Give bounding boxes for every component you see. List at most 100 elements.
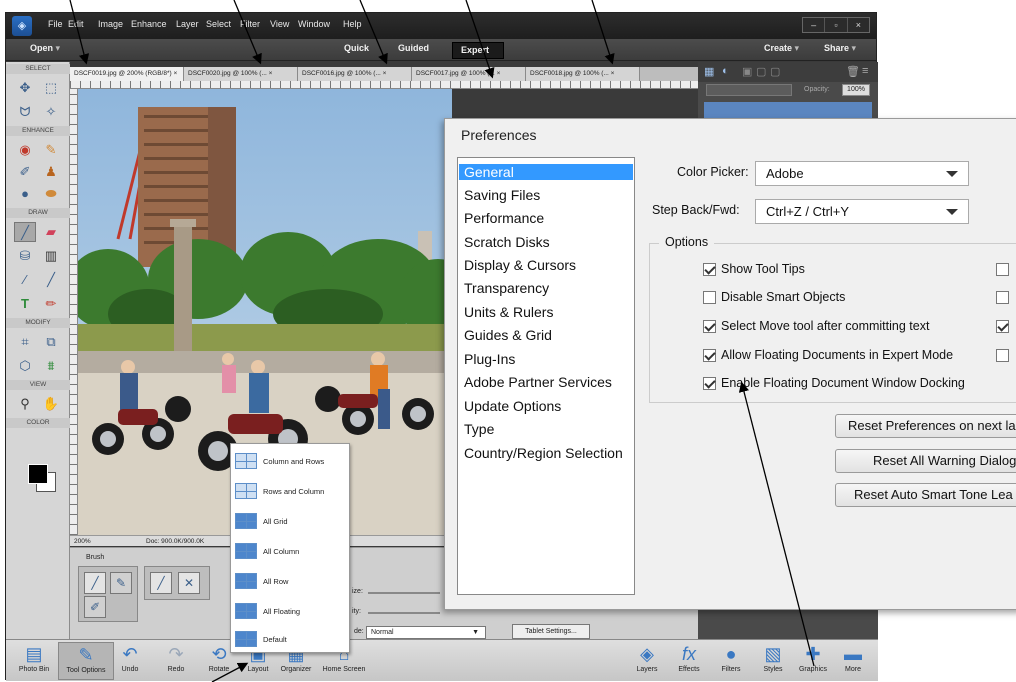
checkbox[interactable] <box>703 348 716 362</box>
create-button[interactable]: Create ▾ <box>764 43 799 54</box>
reset-preferences-button[interactable]: Reset Preferences on next la <box>835 414 1016 438</box>
option-enable-floating-docking[interactable]: Enable Floating Document Window Docking <box>703 375 965 391</box>
category-general[interactable]: General <box>459 164 633 180</box>
layout-option[interactable]: Default <box>235 626 347 652</box>
red-eye-icon[interactable]: ◉ <box>14 140 36 160</box>
category-country-region[interactable]: Country/Region Selection <box>464 445 623 461</box>
menu-image[interactable]: Image <box>98 19 123 29</box>
category-update-options[interactable]: Update Options <box>464 398 561 414</box>
option-select-move-tool[interactable]: Select Move tool after committing text <box>703 318 929 334</box>
close-tab-icon[interactable]: × <box>383 70 387 77</box>
layout-option[interactable]: All Row <box>235 568 347 594</box>
category-performance[interactable]: Performance <box>464 210 544 226</box>
eraser-icon[interactable]: ▰ <box>40 222 62 242</box>
option-disable-smart-objects[interactable]: Disable Smart Objects <box>703 289 845 305</box>
close-tab-icon[interactable]: × <box>497 70 501 77</box>
foreground-color-swatch[interactable] <box>28 464 48 484</box>
straighten-icon[interactable]: ⩩ <box>40 356 62 376</box>
layout-option[interactable]: Rows and Column <box>235 478 347 504</box>
document-tab[interactable]: DSCF0018.jpg @ 100% (... × <box>526 67 640 81</box>
blend-mode-select[interactable]: Normal ▼ <box>366 626 486 639</box>
checkbox[interactable] <box>996 262 1009 276</box>
document-tab[interactable]: DSCF0016.jpg @ 100% (... × <box>298 67 412 81</box>
category-units-rulers[interactable]: Units & Rulers <box>464 304 553 320</box>
layout-option[interactable]: All Column <box>235 538 347 564</box>
marquee-tool-icon[interactable]: ⬚ <box>40 78 62 98</box>
step-back-fwd-select[interactable]: Ctrl+Z / Ctrl+Y <box>755 199 969 224</box>
tablet-settings-button[interactable]: Tablet Settings... <box>512 624 590 639</box>
brush-mode-airbrush-icon[interactable]: ✕ <box>178 572 200 594</box>
category-guides-grid[interactable]: Guides & Grid <box>464 327 552 343</box>
menu-window[interactable]: Window <box>298 19 330 29</box>
category-display-cursors[interactable]: Display & Cursors <box>464 257 576 273</box>
category-saving-files[interactable]: Saving Files <box>464 187 540 203</box>
effects-button[interactable]: fx Effects <box>666 642 712 680</box>
share-button[interactable]: Share ▾ <box>824 43 856 54</box>
open-button[interactable]: Open ▾ <box>30 43 60 54</box>
blur-icon[interactable]: ● <box>14 184 36 204</box>
document-tab[interactable]: DSCF0017.jpg @ 100% (... × <box>412 67 526 81</box>
category-transparency[interactable]: Transparency <box>464 280 549 296</box>
photo-bin-button[interactable]: ▤ Photo Bin <box>6 642 62 680</box>
close-icon[interactable]: × <box>846 18 869 32</box>
undo-button[interactable]: ↶ Undo <box>106 642 154 680</box>
magic-wand-icon[interactable]: ✧ <box>40 102 62 122</box>
checkbox[interactable] <box>703 319 716 333</box>
layout-option[interactable]: Column and Rows <box>235 448 347 474</box>
content-aware-move-icon[interactable]: ⬡ <box>14 356 36 376</box>
menu-view[interactable]: View <box>270 19 289 29</box>
color-replacement-icon[interactable]: ✐ <box>84 596 106 618</box>
gradient-icon[interactable]: ▥ <box>40 246 62 266</box>
document-tab[interactable]: DSCF0019.jpg @ 200% (RGB/8*) × <box>70 67 184 81</box>
smart-brush-icon[interactable]: ✐ <box>14 162 36 182</box>
document-tab[interactable]: DSCF0020.jpg @ 100% (... × <box>184 67 298 81</box>
eyedropper-icon[interactable]: ⁄ <box>14 270 36 290</box>
menu-filter[interactable]: Filter <box>240 19 260 29</box>
checkbox[interactable] <box>703 262 716 276</box>
category-plug-ins[interactable]: Plug-Ins <box>464 351 515 367</box>
close-tab-icon[interactable]: × <box>173 70 177 77</box>
filters-button[interactable]: ● Filters <box>708 642 754 680</box>
menu-enhance[interactable]: Enhance <box>131 19 167 29</box>
brush-tool-option-icon[interactable]: ╱ <box>84 572 106 594</box>
spot-healing-icon[interactable]: ✎ <box>40 140 62 160</box>
type-icon[interactable]: T <box>14 294 36 314</box>
zoom-icon[interactable]: ⚲ <box>14 394 36 414</box>
checkbox[interactable] <box>996 348 1009 362</box>
hand-icon[interactable]: ✋ <box>40 394 62 414</box>
reset-auto-smart-tone-button[interactable]: Reset Auto Smart Tone Lea <box>835 483 1016 507</box>
menu-help[interactable]: Help <box>343 19 362 29</box>
lasso-tool-icon[interactable]: ᗢ <box>14 102 36 122</box>
recompose-icon[interactable]: ⧉ <box>40 332 62 352</box>
category-scratch-disks[interactable]: Scratch Disks <box>464 234 550 250</box>
menu-file[interactable]: File <box>48 19 63 29</box>
layout-option[interactable]: All Grid <box>235 508 347 534</box>
move-tool-icon[interactable]: ✥ <box>14 78 36 98</box>
lock-icon[interactable]: ▢ <box>756 65 766 78</box>
mode-expert-tab[interactable]: Expert <box>452 42 504 59</box>
mode-guided-tab[interactable]: Guided <box>398 43 429 53</box>
option-right-column[interactable] <box>996 347 1014 363</box>
layer-opacity-input[interactable]: 100% <box>842 84 870 96</box>
minimize-icon[interactable]: – <box>803 18 824 32</box>
option-right-column[interactable] <box>996 318 1014 334</box>
checkbox[interactable] <box>703 376 716 390</box>
redo-button[interactable]: ↷ Redo <box>152 642 200 680</box>
option-allow-floating-documents[interactable]: Allow Floating Documents in Expert Mode <box>703 347 953 363</box>
layout-option[interactable]: All Floating <box>235 598 347 624</box>
brush-icon[interactable]: ╱ <box>14 222 36 242</box>
brush-mode-normal-icon[interactable]: ╱ <box>150 572 172 594</box>
impressionist-brush-icon[interactable]: ✎ <box>110 572 132 594</box>
category-adobe-partner-services[interactable]: Adobe Partner Services <box>464 374 612 390</box>
checkbox[interactable] <box>996 290 1009 304</box>
menu-edit[interactable]: Edit <box>68 19 84 29</box>
checkbox[interactable] <box>703 290 716 304</box>
menu-select[interactable]: Select <box>206 19 231 29</box>
lock-all-icon[interactable]: ▢ <box>770 65 780 78</box>
pencil-icon[interactable]: ✏ <box>40 294 62 314</box>
option-right-column[interactable] <box>996 289 1014 305</box>
new-layer-icon[interactable]: ▦ <box>704 65 714 78</box>
sponge-icon[interactable]: ⬬ <box>40 184 62 204</box>
mask-icon[interactable]: ▣ <box>742 65 752 78</box>
size-slider[interactable] <box>368 592 440 594</box>
